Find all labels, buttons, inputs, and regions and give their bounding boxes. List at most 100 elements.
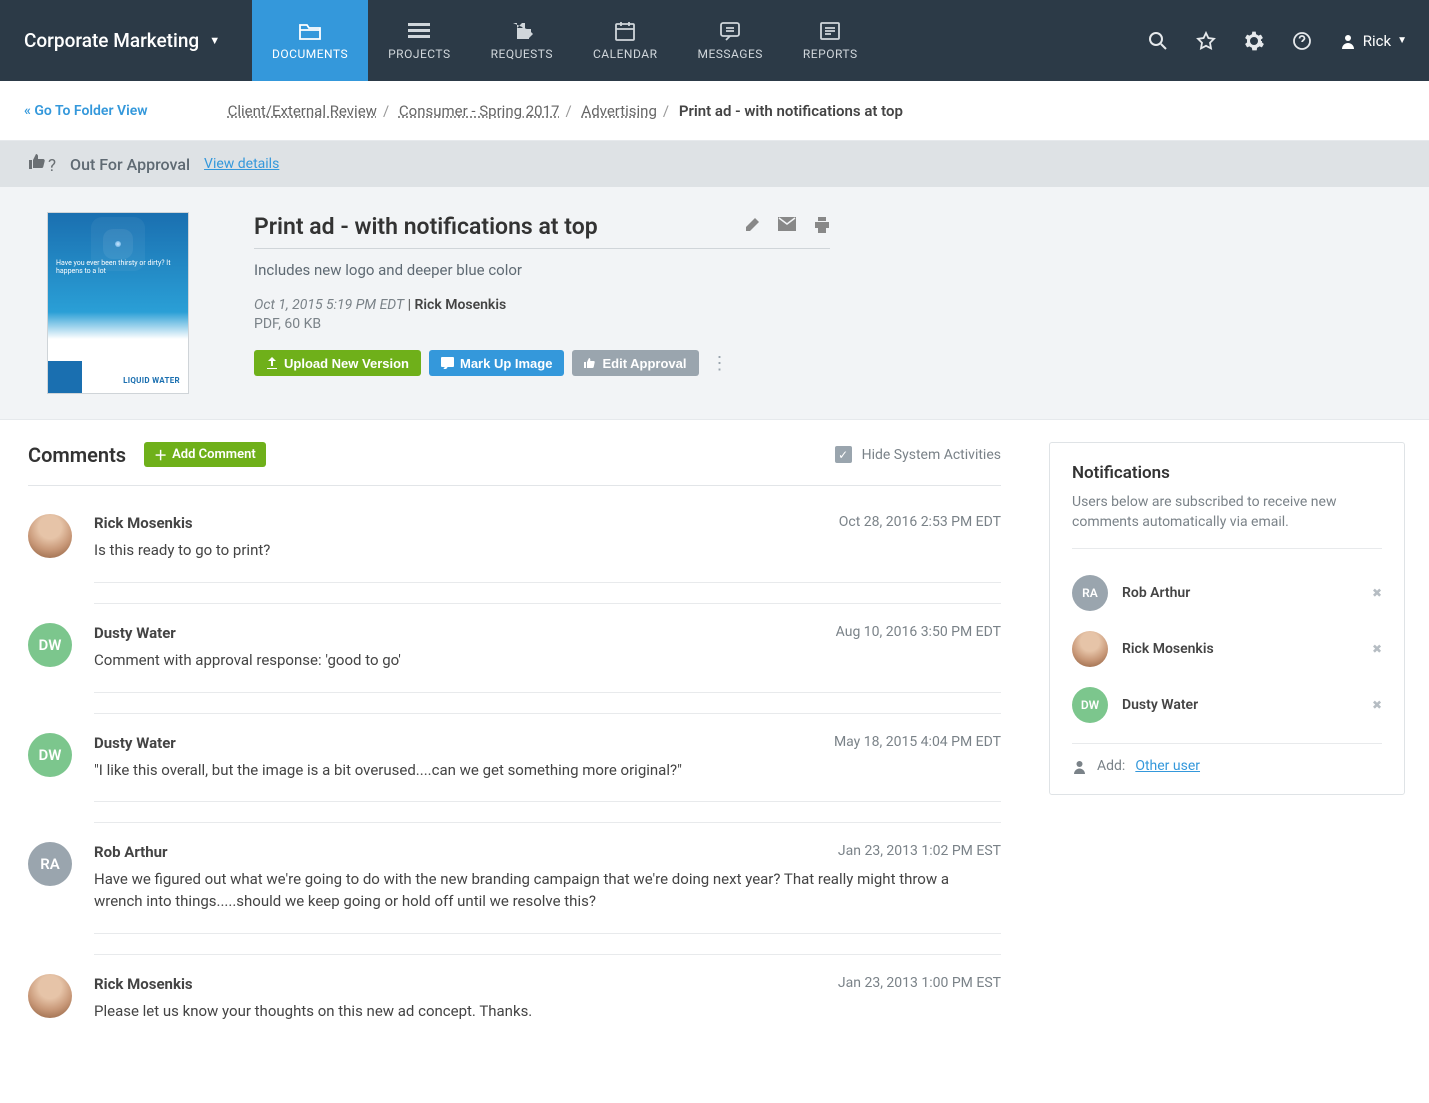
message-icon [719, 21, 741, 41]
notifications-heading: Notifications [1072, 463, 1382, 483]
view-details-link[interactable]: View details [204, 156, 279, 172]
button-label: Add Comment [172, 447, 256, 462]
document-title: Print ad - with notifications at top [254, 213, 744, 240]
folder-view-link[interactable]: « Go To Folder View [24, 103, 148, 119]
upload-version-button[interactable]: Upload New Version [254, 350, 421, 376]
notification-user: DW Dusty Water ✖ [1072, 677, 1382, 733]
topbar-right: Rick ▼ [1137, 0, 1429, 81]
document-fileinfo: PDF, 60 KB [254, 316, 830, 332]
add-comment-button[interactable]: ＋ Add Comment [144, 442, 266, 467]
status-bar: ? Out For Approval View details [0, 141, 1429, 187]
workspace-name: Corporate Marketing [24, 29, 199, 52]
favorite-button[interactable] [1185, 20, 1227, 62]
edit-approval-button[interactable]: Edit Approval [572, 350, 698, 376]
markup-image-button[interactable]: Mark Up Image [429, 350, 564, 376]
top-navbar: Corporate Marketing ▼ DOCUMENTS PROJECTS… [0, 0, 1429, 81]
thumbnail-corner [48, 361, 82, 393]
avatar: RA [1072, 575, 1108, 611]
notifications-description: Users below are subscribed to receive ne… [1072, 493, 1382, 549]
comment-list: Rick Mosenkis Oct 28, 2016 2:53 PM EDT I… [28, 485, 1001, 1063]
crumb-1[interactable]: Client/External Review [228, 102, 377, 120]
folder-icon [297, 21, 323, 41]
hide-system-activities[interactable]: ✓ Hide System Activities [835, 446, 1001, 463]
comments-header: Comments ＋ Add Comment ✓ Hide System Act… [28, 442, 1001, 467]
avatar: DW [28, 623, 72, 667]
comments-heading: Comments [28, 443, 126, 467]
document-author: Rick Mosenkis [415, 297, 507, 313]
notification-user: RA Rob Arthur ✖ [1072, 565, 1382, 621]
button-label: Mark Up Image [460, 356, 552, 371]
crumb-current: Print ad - with notifications at top [679, 102, 903, 120]
comment-text: "I like this overall, but the image is a… [94, 760, 1001, 782]
document-panel: Have you ever been thirsty or dirty? It … [0, 187, 1429, 420]
person-icon [1339, 32, 1357, 50]
thumbs-up-question-icon: ? [28, 153, 56, 176]
print-icon [814, 217, 830, 233]
tab-label: REQUESTS [491, 47, 553, 61]
content-area: Comments ＋ Add Comment ✓ Hide System Act… [0, 420, 1429, 1103]
crumb-3[interactable]: Advertising [581, 102, 656, 120]
list-icon [408, 21, 430, 41]
comment-item: DW Dusty Water May 18, 2015 4:04 PM EDT … [28, 713, 1001, 823]
calendar-icon [614, 21, 636, 41]
avatar [1072, 631, 1108, 667]
remove-user-button[interactable]: ✖ [1372, 586, 1382, 600]
email-button[interactable] [778, 217, 796, 237]
more-actions-button[interactable]: ⋮ [707, 353, 733, 374]
comment-item: Rick Mosenkis Jan 23, 2013 1:00 PM EST P… [28, 954, 1001, 1063]
print-button[interactable] [814, 217, 830, 237]
upload-icon [266, 357, 278, 369]
comment-date: Jan 23, 2013 1:02 PM EST [838, 843, 1001, 861]
comment-date: May 18, 2015 4:04 PM EDT [834, 734, 1001, 752]
thumbnail-text: Have you ever been thirsty or dirty? It … [56, 259, 171, 275]
add-user-row: Add: Other user [1072, 743, 1382, 774]
tab-label: MESSAGES [697, 47, 762, 61]
envelope-icon [778, 217, 796, 231]
comment-text: Comment with approval response: 'good to… [94, 650, 1001, 672]
breadcrumb-bar: « Go To Folder View Client/External Revi… [0, 81, 1429, 141]
edit-button[interactable] [744, 217, 760, 237]
document-meta: Oct 1, 2015 5:19 PM EDT | Rick Mosenkis [254, 297, 830, 313]
markup-icon [441, 357, 454, 369]
document-thumbnail[interactable]: Have you ever been thirsty or dirty? It … [48, 213, 188, 393]
tab-documents[interactable]: DOCUMENTS [252, 0, 368, 81]
other-user-link[interactable]: Other user [1135, 758, 1200, 774]
tab-requests[interactable]: REQUESTS [471, 0, 573, 81]
help-button[interactable] [1281, 20, 1323, 62]
gear-icon [1244, 31, 1264, 51]
checkbox-checked-icon[interactable]: ✓ [835, 446, 852, 463]
tab-calendar[interactable]: CALENDAR [573, 0, 677, 81]
pencil-icon [744, 217, 760, 233]
comment-text: Have we figured out what we're going to … [94, 869, 1001, 913]
comment-item: Rick Mosenkis Oct 28, 2016 2:53 PM EDT I… [28, 486, 1001, 603]
comment-user: Dusty Water [94, 624, 176, 642]
user-menu[interactable]: Rick ▼ [1329, 32, 1417, 50]
notification-user-name: Rick Mosenkis [1122, 641, 1358, 657]
search-icon [1148, 31, 1168, 51]
button-label: Edit Approval [602, 356, 686, 371]
tab-messages[interactable]: MESSAGES [677, 0, 782, 81]
crumb-2[interactable]: Consumer - Spring 2017 [399, 102, 560, 120]
tab-reports[interactable]: REPORTS [783, 0, 878, 81]
comment-user: Rick Mosenkis [94, 975, 193, 993]
avatar: DW [28, 733, 72, 777]
remove-user-button[interactable]: ✖ [1372, 698, 1382, 712]
comment-user: Rick Mosenkis [94, 514, 193, 532]
comment-user: Rob Arthur [94, 843, 168, 861]
search-button[interactable] [1137, 20, 1179, 62]
comment-user: Dusty Water [94, 734, 176, 752]
comment-item: DW Dusty Water Aug 10, 2016 3:50 PM EDT … [28, 603, 1001, 713]
comment-date: Aug 10, 2016 3:50 PM EDT [836, 624, 1001, 642]
settings-button[interactable] [1233, 20, 1275, 62]
workspace-selector[interactable]: Corporate Marketing ▼ [0, 0, 252, 81]
remove-user-button[interactable]: ✖ [1372, 642, 1382, 656]
tab-projects[interactable]: PROJECTS [368, 0, 471, 81]
caret-down-icon: ▼ [1397, 35, 1407, 46]
document-date: Oct 1, 2015 5:19 PM EDT [254, 297, 404, 313]
notification-user-name: Rob Arthur [1122, 585, 1358, 601]
help-icon [1292, 31, 1312, 51]
thumbs-up-icon [584, 357, 596, 369]
tab-label: CALENDAR [593, 47, 657, 61]
comment-date: Jan 23, 2013 1:00 PM EST [838, 975, 1001, 993]
avatar [28, 974, 72, 1018]
